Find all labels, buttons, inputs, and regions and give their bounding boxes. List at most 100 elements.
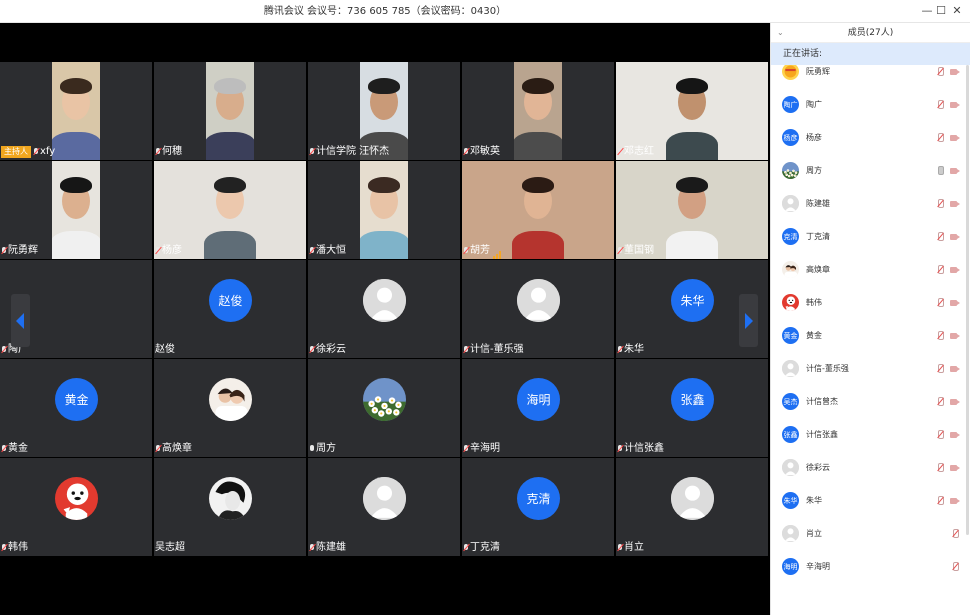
camera-off-icon[interactable]	[950, 68, 961, 76]
video-tile[interactable]: 韩伟	[0, 458, 152, 556]
video-tile[interactable]: 周方	[308, 359, 460, 457]
member-row[interactable]: 黄金 黄金	[771, 319, 970, 352]
participant-name-label: 潘大恒	[309, 245, 346, 257]
chevron-down-icon[interactable]: ⌄	[777, 23, 784, 43]
video-tile[interactable]: 胡芳	[462, 161, 614, 259]
microphone-muted-icon[interactable]	[937, 364, 944, 374]
camera-off-icon[interactable]	[950, 101, 961, 109]
microphone-muted-icon[interactable]	[952, 562, 959, 572]
camera-off-icon[interactable]	[950, 464, 961, 472]
microphone-muted-icon[interactable]	[937, 199, 944, 209]
participant-name: 计信张鑫	[624, 443, 664, 454]
member-row[interactable]: 周方	[771, 154, 970, 187]
microphone-muted-icon[interactable]	[937, 298, 944, 308]
video-tile[interactable]: 海明 辛海明	[462, 359, 614, 457]
video-tile[interactable]: 克清 丁克清	[462, 458, 614, 556]
video-tile[interactable]: 计信-董乐强	[462, 260, 614, 358]
member-row[interactable]: 陈建雄	[771, 187, 970, 220]
microphone-icon[interactable]	[937, 166, 944, 176]
camera-off-icon[interactable]	[950, 200, 961, 208]
camera-off-icon[interactable]	[950, 497, 961, 505]
microphone-muted-icon[interactable]	[937, 397, 944, 407]
video-tile[interactable]: 吴志超	[154, 458, 306, 556]
member-avatar: 朱华	[782, 492, 799, 509]
host-badge: 主持人	[1, 146, 31, 158]
avatar: 朱华	[671, 279, 714, 322]
microphone-muted-icon[interactable]	[937, 232, 944, 242]
chevron-left-icon[interactable]	[11, 294, 30, 347]
video-tile[interactable]: 张鑫 计信张鑫	[616, 359, 768, 457]
microphone-muted-icon[interactable]	[937, 265, 944, 275]
close-button[interactable]: ✕	[948, 0, 966, 23]
video-feed	[206, 62, 254, 160]
video-tile[interactable]: 邓敏英	[462, 62, 614, 160]
video-tile[interactable]: 肖立	[616, 458, 768, 556]
camera-off-icon[interactable]	[950, 233, 961, 241]
participant-name-label: 周方	[309, 443, 336, 455]
video-tile[interactable]: 潘大恒	[308, 161, 460, 259]
camera-off-icon[interactable]	[950, 365, 961, 373]
microphone-muted-icon[interactable]	[937, 100, 944, 110]
video-tile[interactable]: 黄金 黄金	[0, 359, 152, 457]
camera-off-icon[interactable]	[950, 266, 961, 274]
microphone-muted-icon[interactable]	[937, 496, 944, 506]
member-name: 高焕章	[806, 265, 830, 274]
microphone-muted-icon[interactable]	[937, 67, 944, 77]
participant-name: 杨彦	[162, 245, 182, 256]
video-feed	[514, 62, 562, 160]
member-list-scrollbar[interactable]	[966, 65, 969, 535]
avatar	[209, 378, 252, 421]
video-tile[interactable]: 主持人 xfy	[0, 62, 152, 160]
microphone-muted-icon	[1, 247, 7, 255]
avatar	[363, 477, 406, 520]
video-tile[interactable]: 计信学院 汪怀杰	[308, 62, 460, 160]
camera-off-icon[interactable]	[950, 299, 961, 307]
member-row[interactable]: 阮勇辉	[771, 65, 970, 88]
microphone-muted-icon[interactable]	[952, 529, 959, 539]
video-tile[interactable]: 陈建雄	[308, 458, 460, 556]
member-row[interactable]: 张鑫 计信张鑫	[771, 418, 970, 451]
microphone-muted-icon	[617, 544, 623, 552]
member-name: 计信张鑫	[806, 430, 838, 439]
camera-off-icon[interactable]	[950, 431, 961, 439]
camera-off-icon[interactable]	[950, 134, 961, 142]
member-row[interactable]: 韩伟	[771, 286, 970, 319]
member-row[interactable]: 徐彩云	[771, 451, 970, 484]
member-avatar: 吴杰	[782, 393, 799, 410]
participant-name: 何穗	[162, 146, 182, 157]
microphone-muted-icon	[309, 148, 315, 156]
chevron-right-icon[interactable]	[739, 294, 758, 347]
member-row[interactable]: 杨彦 杨彦	[771, 121, 970, 154]
video-tile[interactable]: 高焕章	[154, 359, 306, 457]
microphone-muted-icon	[463, 445, 469, 453]
camera-off-icon[interactable]	[950, 332, 961, 340]
microphone-muted-icon	[463, 346, 469, 354]
person-hair	[214, 78, 246, 94]
member-row[interactable]: 克清 丁克清	[771, 220, 970, 253]
video-tile[interactable]: 杨彦	[154, 161, 306, 259]
video-tile[interactable]: 邓志红	[616, 62, 768, 160]
person-hair	[368, 78, 400, 94]
video-tile[interactable]: 徐彩云	[308, 260, 460, 358]
microphone-muted-icon[interactable]	[937, 430, 944, 440]
member-row[interactable]: 朱华 朱华	[771, 484, 970, 517]
video-tile[interactable]: 赵俊 赵俊	[154, 260, 306, 358]
member-row[interactable]: 吴杰 计信曾杰	[771, 385, 970, 418]
video-tile[interactable]: 董国钢	[616, 161, 768, 259]
camera-off-icon[interactable]	[950, 167, 961, 175]
signal-strength-icon	[493, 247, 502, 259]
participant-name: 周方	[316, 443, 336, 454]
member-row[interactable]: 计信-董乐强	[771, 352, 970, 385]
video-tile[interactable]: 何穗	[154, 62, 306, 160]
video-tile[interactable]: 阮勇辉	[0, 161, 152, 259]
member-row[interactable]: 高焕章	[771, 253, 970, 286]
person-body	[514, 132, 562, 160]
member-name: 阮勇辉	[806, 67, 830, 76]
member-row[interactable]: 陶广 陶广	[771, 88, 970, 121]
microphone-muted-icon[interactable]	[937, 331, 944, 341]
microphone-muted-icon[interactable]	[937, 133, 944, 143]
microphone-muted-icon[interactable]	[937, 463, 944, 473]
member-row[interactable]: 海明 辛海明	[771, 550, 970, 583]
camera-off-icon[interactable]	[950, 398, 961, 406]
member-row[interactable]: 肖立	[771, 517, 970, 550]
